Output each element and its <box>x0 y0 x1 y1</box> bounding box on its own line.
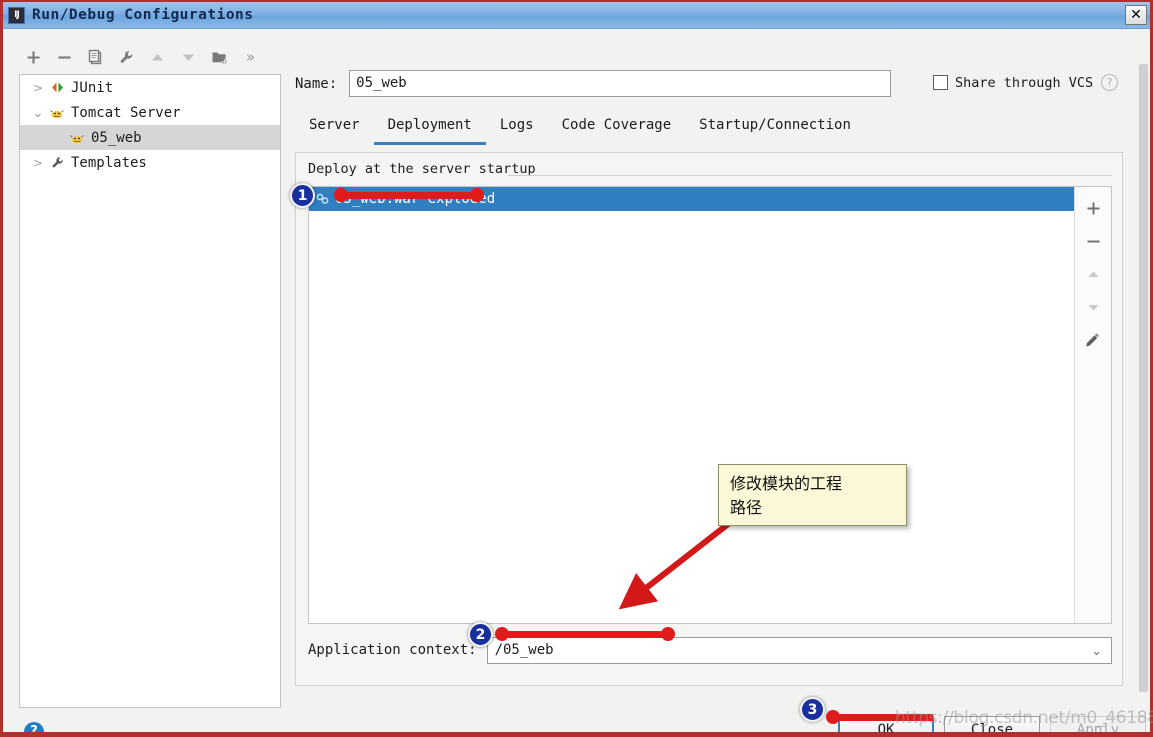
remove-artifact-button[interactable] <box>1080 228 1106 254</box>
tab-deployment[interactable]: Deployment <box>374 114 486 145</box>
add-configuration-button[interactable] <box>19 44 48 70</box>
help-icon[interactable]: ? <box>1101 74 1118 91</box>
name-row: Name: 05_web <box>295 70 891 97</box>
name-input[interactable]: 05_web <box>349 70 891 97</box>
tree-item-templates[interactable]: > Templates <box>20 150 280 175</box>
chevron-down-icon[interactable]: ⌄ <box>1091 644 1102 659</box>
application-context-row: Application context: /05_web ⌄ <box>308 636 1112 664</box>
wrench-icon <box>48 155 66 171</box>
add-artifact-button[interactable] <box>1080 195 1106 221</box>
intellij-idea-icon: IJ <box>8 7 25 24</box>
artifact-label: 05_web:war exploded <box>335 191 495 207</box>
tree-item-label: Templates <box>71 155 147 171</box>
application-context-label: Application context: <box>308 642 477 658</box>
tree-item-label: 05_web <box>91 130 142 146</box>
tree-item-tomcat-server[interactable]: ⌄ Tomcat Server <box>20 100 280 125</box>
configurations-tree[interactable]: > JUnit ⌄ <box>19 74 281 708</box>
tree-item-label: Tomcat Server <box>71 105 181 121</box>
share-through-vcs-label: Share through VCS <box>955 75 1093 91</box>
tab-server[interactable]: Server <box>295 114 374 145</box>
title-bar: IJ Run/Debug Configurations ✕ <box>3 2 1150 29</box>
tab-code-coverage[interactable]: Code Coverage <box>548 114 686 145</box>
copy-configuration-button[interactable] <box>81 44 110 70</box>
remove-configuration-button[interactable] <box>50 44 79 70</box>
move-down-button[interactable] <box>174 44 203 70</box>
tomcat-icon <box>48 105 66 121</box>
dialog-scrollbar[interactable] <box>1138 64 1149 694</box>
move-artifact-up-button[interactable] <box>1080 261 1106 287</box>
apply-button[interactable]: Apply <box>1050 716 1146 737</box>
chevron-right-icon[interactable]: > <box>28 81 48 95</box>
tomcat-icon <box>68 130 86 146</box>
application-context-field[interactable]: /05_web ⌄ <box>487 637 1112 664</box>
deployment-panel: Deploy at the server startup 05_web:war … <box>295 152 1123 686</box>
share-through-vcs-row: Share through VCS ? <box>933 74 1118 91</box>
dialog-content: » > JUnit ⌄ <box>3 30 1150 732</box>
tree-item-05-web[interactable]: 05_web <box>20 125 280 150</box>
artifacts-list-toolbar <box>1074 187 1111 623</box>
close-icon[interactable]: ✕ <box>1125 5 1147 25</box>
tab-startup-connection[interactable]: Startup/Connection <box>685 114 865 145</box>
tab-logs[interactable]: Logs <box>486 114 548 145</box>
artifacts-list[interactable]: 05_web:war exploded <box>309 187 1074 623</box>
edit-templates-button[interactable] <box>112 44 141 70</box>
run-debug-configurations-dialog: IJ Run/Debug Configurations ✕ <box>0 0 1153 737</box>
share-through-vcs-checkbox[interactable] <box>933 75 948 90</box>
chevron-down-icon[interactable]: ⌄ <box>28 105 48 121</box>
group-divider <box>508 175 1112 176</box>
application-context-value: /05_web <box>488 642 554 658</box>
chevron-right-icon[interactable]: > <box>28 156 48 170</box>
name-label: Name: <box>295 76 337 92</box>
move-up-button[interactable] <box>143 44 172 70</box>
scrollbar-thumb[interactable] <box>1139 64 1148 692</box>
close-button[interactable]: Close <box>944 716 1040 737</box>
configurations-toolbar: » <box>19 42 284 72</box>
artifacts-list-wrapper: 05_web:war exploded <box>308 186 1112 624</box>
configuration-tabs: Server Deployment Logs Code Coverage Sta… <box>295 114 1115 145</box>
window-title: Run/Debug Configurations <box>32 7 254 23</box>
junit-icon <box>48 80 66 96</box>
tree-item-junit[interactable]: > JUnit <box>20 75 280 100</box>
more-options-button[interactable]: » <box>236 44 265 70</box>
move-into-folder-button[interactable] <box>205 44 234 70</box>
move-artifact-down-button[interactable] <box>1080 294 1106 320</box>
help-button[interactable]: ? <box>24 722 44 737</box>
edit-artifact-button[interactable] <box>1080 327 1106 353</box>
tree-item-label: JUnit <box>71 80 113 96</box>
deploy-group-title: Deploy at the server startup <box>308 161 542 177</box>
ok-button[interactable]: OK <box>838 716 934 737</box>
artifact-icon <box>313 191 331 207</box>
artifact-row[interactable]: 05_web:war exploded <box>309 187 1074 211</box>
